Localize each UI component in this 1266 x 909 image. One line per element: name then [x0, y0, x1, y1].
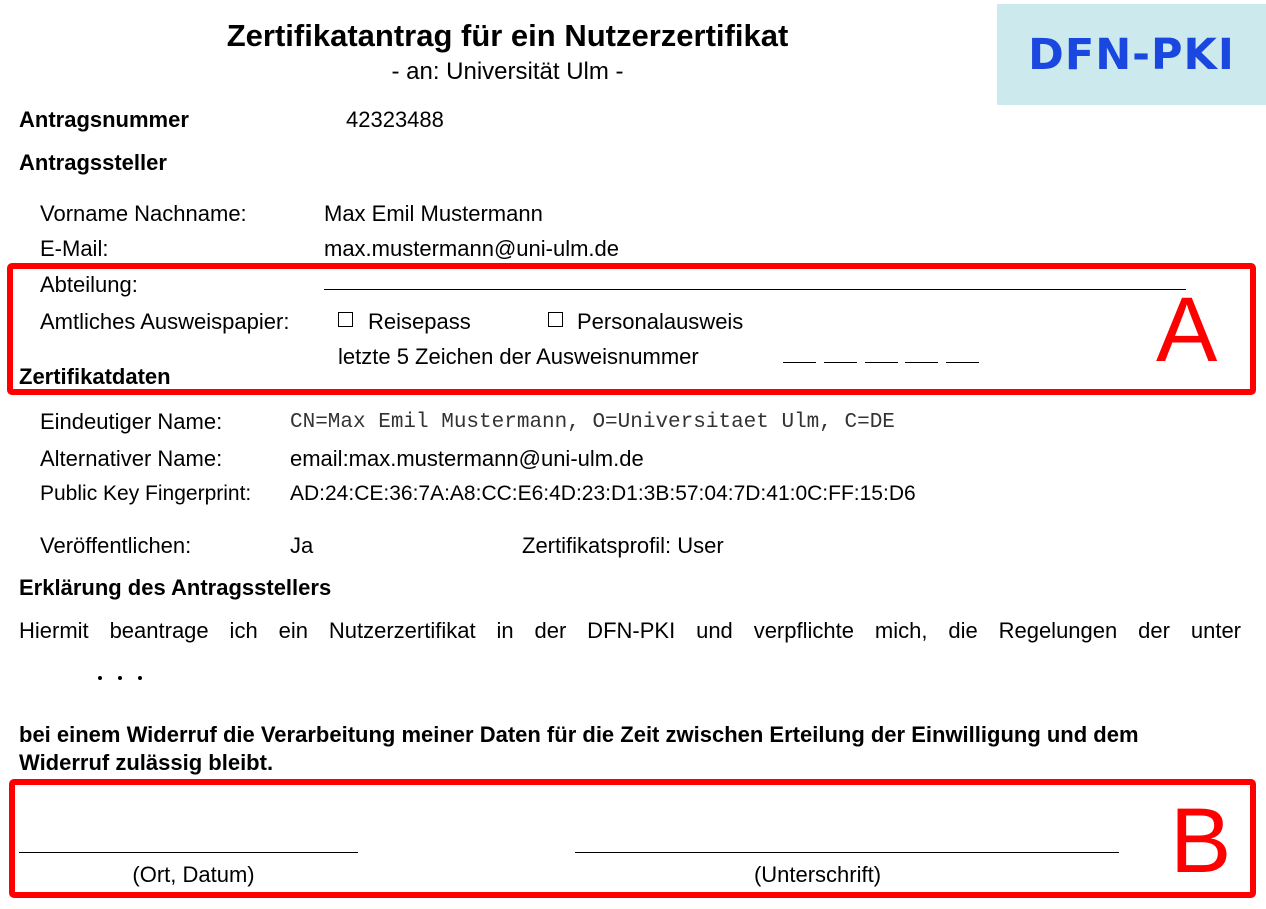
alternativer-name-value: email:max.mustermann@uni-ulm.de — [290, 446, 644, 471]
fingerprint-label: Public Key Fingerprint: — [40, 482, 252, 505]
veroeffentlichen-value: Ja — [290, 533, 314, 558]
antragsnummer-value: 42323488 — [346, 107, 444, 132]
email-value: max.mustermann@uni-ulm.de — [324, 236, 619, 261]
antragsnummer-label: Antragsnummer — [19, 107, 189, 132]
form-subtitle: - an: Universität Ulm - — [391, 58, 624, 85]
antragssteller-heading: Antragssteller — [19, 150, 167, 175]
form-title: Zertifikatantrag für ein Nutzerzertifika… — [226, 18, 789, 53]
dfn-pki-logo: DFN-PKI — [997, 4, 1266, 105]
annotation-label-a: A — [1156, 279, 1218, 381]
annotation-label-b: B — [1170, 790, 1232, 892]
closing-line-2: Widerruf zulässig bleibt. — [19, 750, 274, 775]
erklaerung-heading: Erklärung des Antragsstellers — [19, 575, 332, 600]
logo-text: DFN-PKI — [1028, 29, 1235, 80]
name-value: Max Emil Mustermann — [324, 201, 543, 226]
alternativer-name-label: Alternativer Name: — [40, 446, 223, 471]
ellipsis-dot — [138, 676, 142, 680]
ellipsis-dot — [118, 676, 122, 680]
annotation-box-b — [9, 779, 1256, 898]
erklaerung-text: Hiermit beantrage ich ein Nutzerzertifik… — [19, 618, 1241, 643]
ellipsis-dot — [98, 676, 102, 680]
email-label: E-Mail: — [40, 236, 109, 261]
eindeutiger-name-value: CN=Max Emil Mustermann, O=Universitaet U… — [290, 411, 895, 434]
zertifikatsprofil: Zertifikatsprofil: User — [522, 533, 724, 558]
fingerprint-value: AD:24:CE:36:7A:A8:CC:E6:4D:23:D1:3B:57:0… — [290, 482, 916, 505]
eindeutiger-name-label: Eindeutiger Name: — [40, 409, 223, 434]
name-label: Vorname Nachname: — [40, 201, 247, 226]
closing-line-1: bei einem Widerruf die Verarbeitung mein… — [19, 722, 1139, 747]
veroeffentlichen-label: Veröffentlichen: — [40, 533, 192, 558]
annotation-box-a — [7, 263, 1256, 395]
